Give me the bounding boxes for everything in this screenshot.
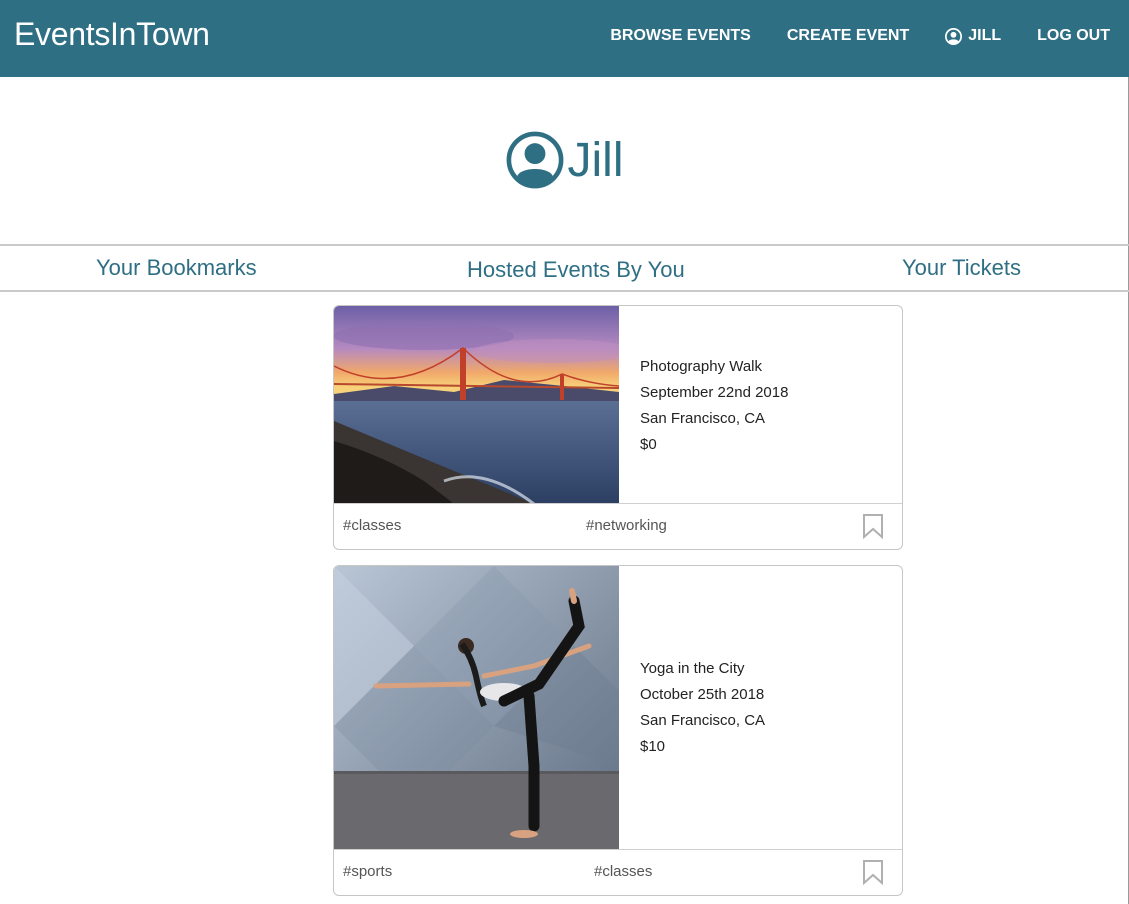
nav-user-label: JILL [968, 27, 1002, 44]
user-circle-icon [506, 131, 564, 189]
nav-user-profile[interactable]: JILL [945, 27, 1001, 45]
event-tag[interactable]: #sports [343, 863, 392, 880]
event-price: $0 [640, 436, 657, 453]
bookmark-icon[interactable] [862, 513, 884, 540]
event-location: San Francisco, CA [640, 712, 766, 729]
event-date: September 22nd 2018 [640, 384, 789, 401]
event-tag[interactable]: #classes [594, 863, 652, 880]
tab-your-bookmarks[interactable]: Your Bookmarks [96, 255, 257, 281]
tab-your-tickets[interactable]: Your Tickets [902, 255, 1021, 281]
event-details: Photography Walk September 22nd 2018 San… [640, 354, 788, 458]
event-title[interactable]: Yoga in the City [640, 656, 765, 682]
nav-create-event-label: CREATE EVENT [786, 27, 910, 44]
event-card[interactable]: Photography Walk September 22nd 2018 San… [333, 305, 903, 550]
profile-tabs: Your Bookmarks Hosted Events By You Your… [0, 244, 1129, 292]
event-price: $10 [640, 738, 666, 755]
nav-browse-events-label: BROWSE EVENTS [610, 27, 751, 44]
event-card-footer: #sports #classes [334, 849, 902, 895]
event-tag[interactable]: #networking [586, 517, 667, 534]
nav-links: BROWSE EVENTS CREATE EVENT JILL LOG OUT [574, 27, 1110, 45]
event-tag[interactable]: #classes [343, 517, 401, 534]
user-circle-icon [945, 27, 963, 45]
event-date: October 25th 2018 [640, 686, 765, 703]
nav-log-out[interactable]: LOG OUT [1037, 27, 1110, 45]
nav-browse-events[interactable]: BROWSE EVENTS [610, 27, 750, 45]
event-location: San Francisco, CA [640, 410, 766, 427]
tab-hosted-events[interactable]: Hosted Events By You [467, 257, 685, 283]
profile-name: Jill [567, 133, 624, 187]
event-image-golden-gate[interactable] [334, 306, 634, 506]
event-card-footer: #classes #networking [334, 503, 902, 549]
nav-log-out-label: LOG OUT [1037, 27, 1110, 44]
bookmark-icon[interactable] [862, 859, 884, 886]
event-image-yoga[interactable] [334, 566, 619, 850]
event-title[interactable]: Photography Walk [640, 354, 788, 380]
profile-header: Jill [0, 130, 1129, 190]
nav-create-event[interactable]: CREATE EVENT [787, 27, 909, 45]
top-navbar: EventsInTown BROWSE EVENTS CREATE EVENT … [0, 0, 1129, 77]
brand-logo[interactable]: EventsInTown [14, 16, 210, 53]
event-details: Yoga in the City October 25th 2018 San F… [640, 656, 765, 760]
event-card[interactable]: Yoga in the City October 25th 2018 San F… [333, 565, 903, 896]
